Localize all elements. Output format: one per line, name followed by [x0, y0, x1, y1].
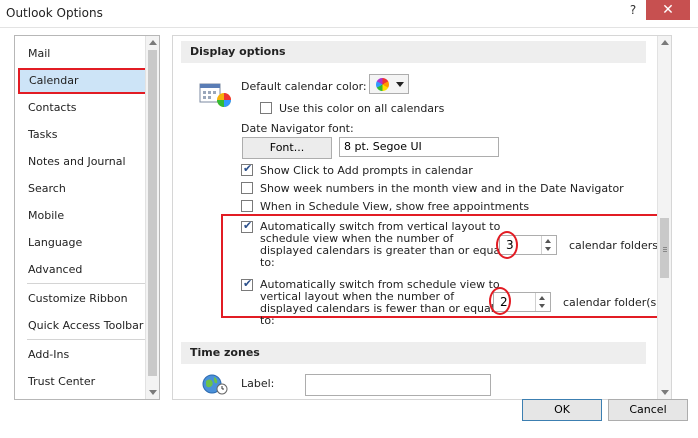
highlight-oval	[489, 287, 511, 315]
auto-switch-schedule-line: displayed calendars is fewer than or equ…	[260, 302, 494, 315]
nav-item-advanced[interactable]: Advanced	[28, 263, 82, 276]
default-color-label: Default calendar color:	[241, 80, 367, 93]
show-week-numbers-label: Show week numbers in the month view and …	[260, 182, 624, 195]
options-nav: Mail Calendar Contacts Tasks Notes and J…	[14, 35, 160, 400]
nav-separator	[27, 339, 149, 340]
globe-clock-icon	[202, 374, 228, 395]
spin-down-icon[interactable]	[539, 304, 545, 308]
show-click-to-add-checkbox[interactable]	[241, 162, 253, 176]
spinner-buttons[interactable]	[535, 293, 550, 311]
nav-item-search[interactable]: Search	[28, 182, 66, 195]
spin-down-icon[interactable]	[545, 247, 551, 251]
nav-item-tasks[interactable]: Tasks	[28, 128, 57, 141]
nav-item-language[interactable]: Language	[28, 236, 82, 249]
cancel-button[interactable]: Cancel	[608, 399, 688, 421]
auto-switch-schedule-line: to:	[260, 314, 275, 327]
content-scroll-thumb[interactable]	[660, 218, 669, 278]
font-value-field: 8 pt. Segoe UI	[339, 137, 499, 157]
spin-up-icon[interactable]	[545, 239, 551, 243]
calendar-options-panel: Display options Default calendar color: …	[172, 35, 672, 400]
calendar-color-icon	[199, 83, 231, 107]
nav-item-customize-ribbon[interactable]: Customize Ribbon	[28, 292, 128, 305]
show-free-appointments-label: When in Schedule View, show free appoint…	[260, 200, 530, 213]
show-free-appointments-checkbox[interactable]	[241, 200, 253, 212]
schedule-suffix-label: calendar folder(s)	[563, 296, 661, 309]
nav-item-contacts[interactable]: Contacts	[28, 101, 77, 114]
scroll-down-icon[interactable]	[149, 390, 157, 395]
chevron-down-icon	[396, 82, 404, 87]
display-options-header: Display options	[181, 41, 646, 63]
nav-item-mobile[interactable]: Mobile	[28, 209, 64, 222]
color-wheel-icon	[376, 78, 389, 91]
ok-button[interactable]: OK	[522, 399, 602, 421]
tz-label-label: Label:	[241, 377, 275, 390]
nav-separator	[27, 283, 149, 284]
time-zones-header: Time zones	[181, 342, 646, 364]
title-bar: Outlook Options ? ✕	[0, 0, 698, 28]
nav-scroll-thumb[interactable]	[148, 50, 157, 376]
use-color-all-checkbox[interactable]	[260, 102, 272, 114]
nav-item-add-ins[interactable]: Add-Ins	[28, 348, 69, 361]
auto-switch-vertical-checkbox[interactable]	[241, 219, 253, 233]
highlight-oval	[496, 231, 518, 259]
auto-switch-vertical-line: to:	[260, 256, 275, 269]
nav-item-notes-journal[interactable]: Notes and Journal	[28, 155, 126, 168]
content-scrollbar[interactable]	[657, 36, 671, 399]
use-color-all-label: Use this color on all calendars	[279, 102, 445, 115]
nav-scrollbar[interactable]	[145, 36, 159, 399]
scroll-up-icon[interactable]	[149, 40, 157, 45]
help-button[interactable]: ?	[620, 0, 646, 20]
spin-up-icon[interactable]	[539, 296, 545, 300]
nav-item-mail[interactable]: Mail	[28, 47, 50, 60]
grip-icon	[663, 247, 667, 248]
spinner-buttons[interactable]	[541, 236, 556, 254]
scroll-down-icon[interactable]	[661, 390, 669, 395]
scroll-up-icon[interactable]	[661, 40, 669, 45]
auto-switch-vertical-line: displayed calendars is greater than or e…	[260, 244, 504, 257]
show-week-numbers-checkbox[interactable]	[241, 182, 253, 194]
nav-item-trust-center[interactable]: Trust Center	[28, 375, 95, 388]
nav-item-calendar[interactable]: Calendar	[18, 68, 159, 94]
show-click-to-add-label: Show Click to Add prompts in calendar	[260, 164, 473, 177]
date-nav-font-label: Date Navigator font:	[241, 122, 354, 135]
vertical-suffix-label: calendar folders	[569, 239, 658, 252]
calendar-color-dropdown[interactable]	[369, 74, 409, 94]
nav-item-quick-access-toolbar[interactable]: Quick Access Toolbar	[28, 319, 143, 332]
window-title: Outlook Options	[6, 6, 103, 20]
close-button[interactable]: ✕	[646, 0, 690, 20]
tz-label-input[interactable]	[305, 374, 491, 396]
auto-switch-schedule-checkbox[interactable]	[241, 277, 253, 291]
font-button[interactable]: Font...	[242, 137, 332, 159]
